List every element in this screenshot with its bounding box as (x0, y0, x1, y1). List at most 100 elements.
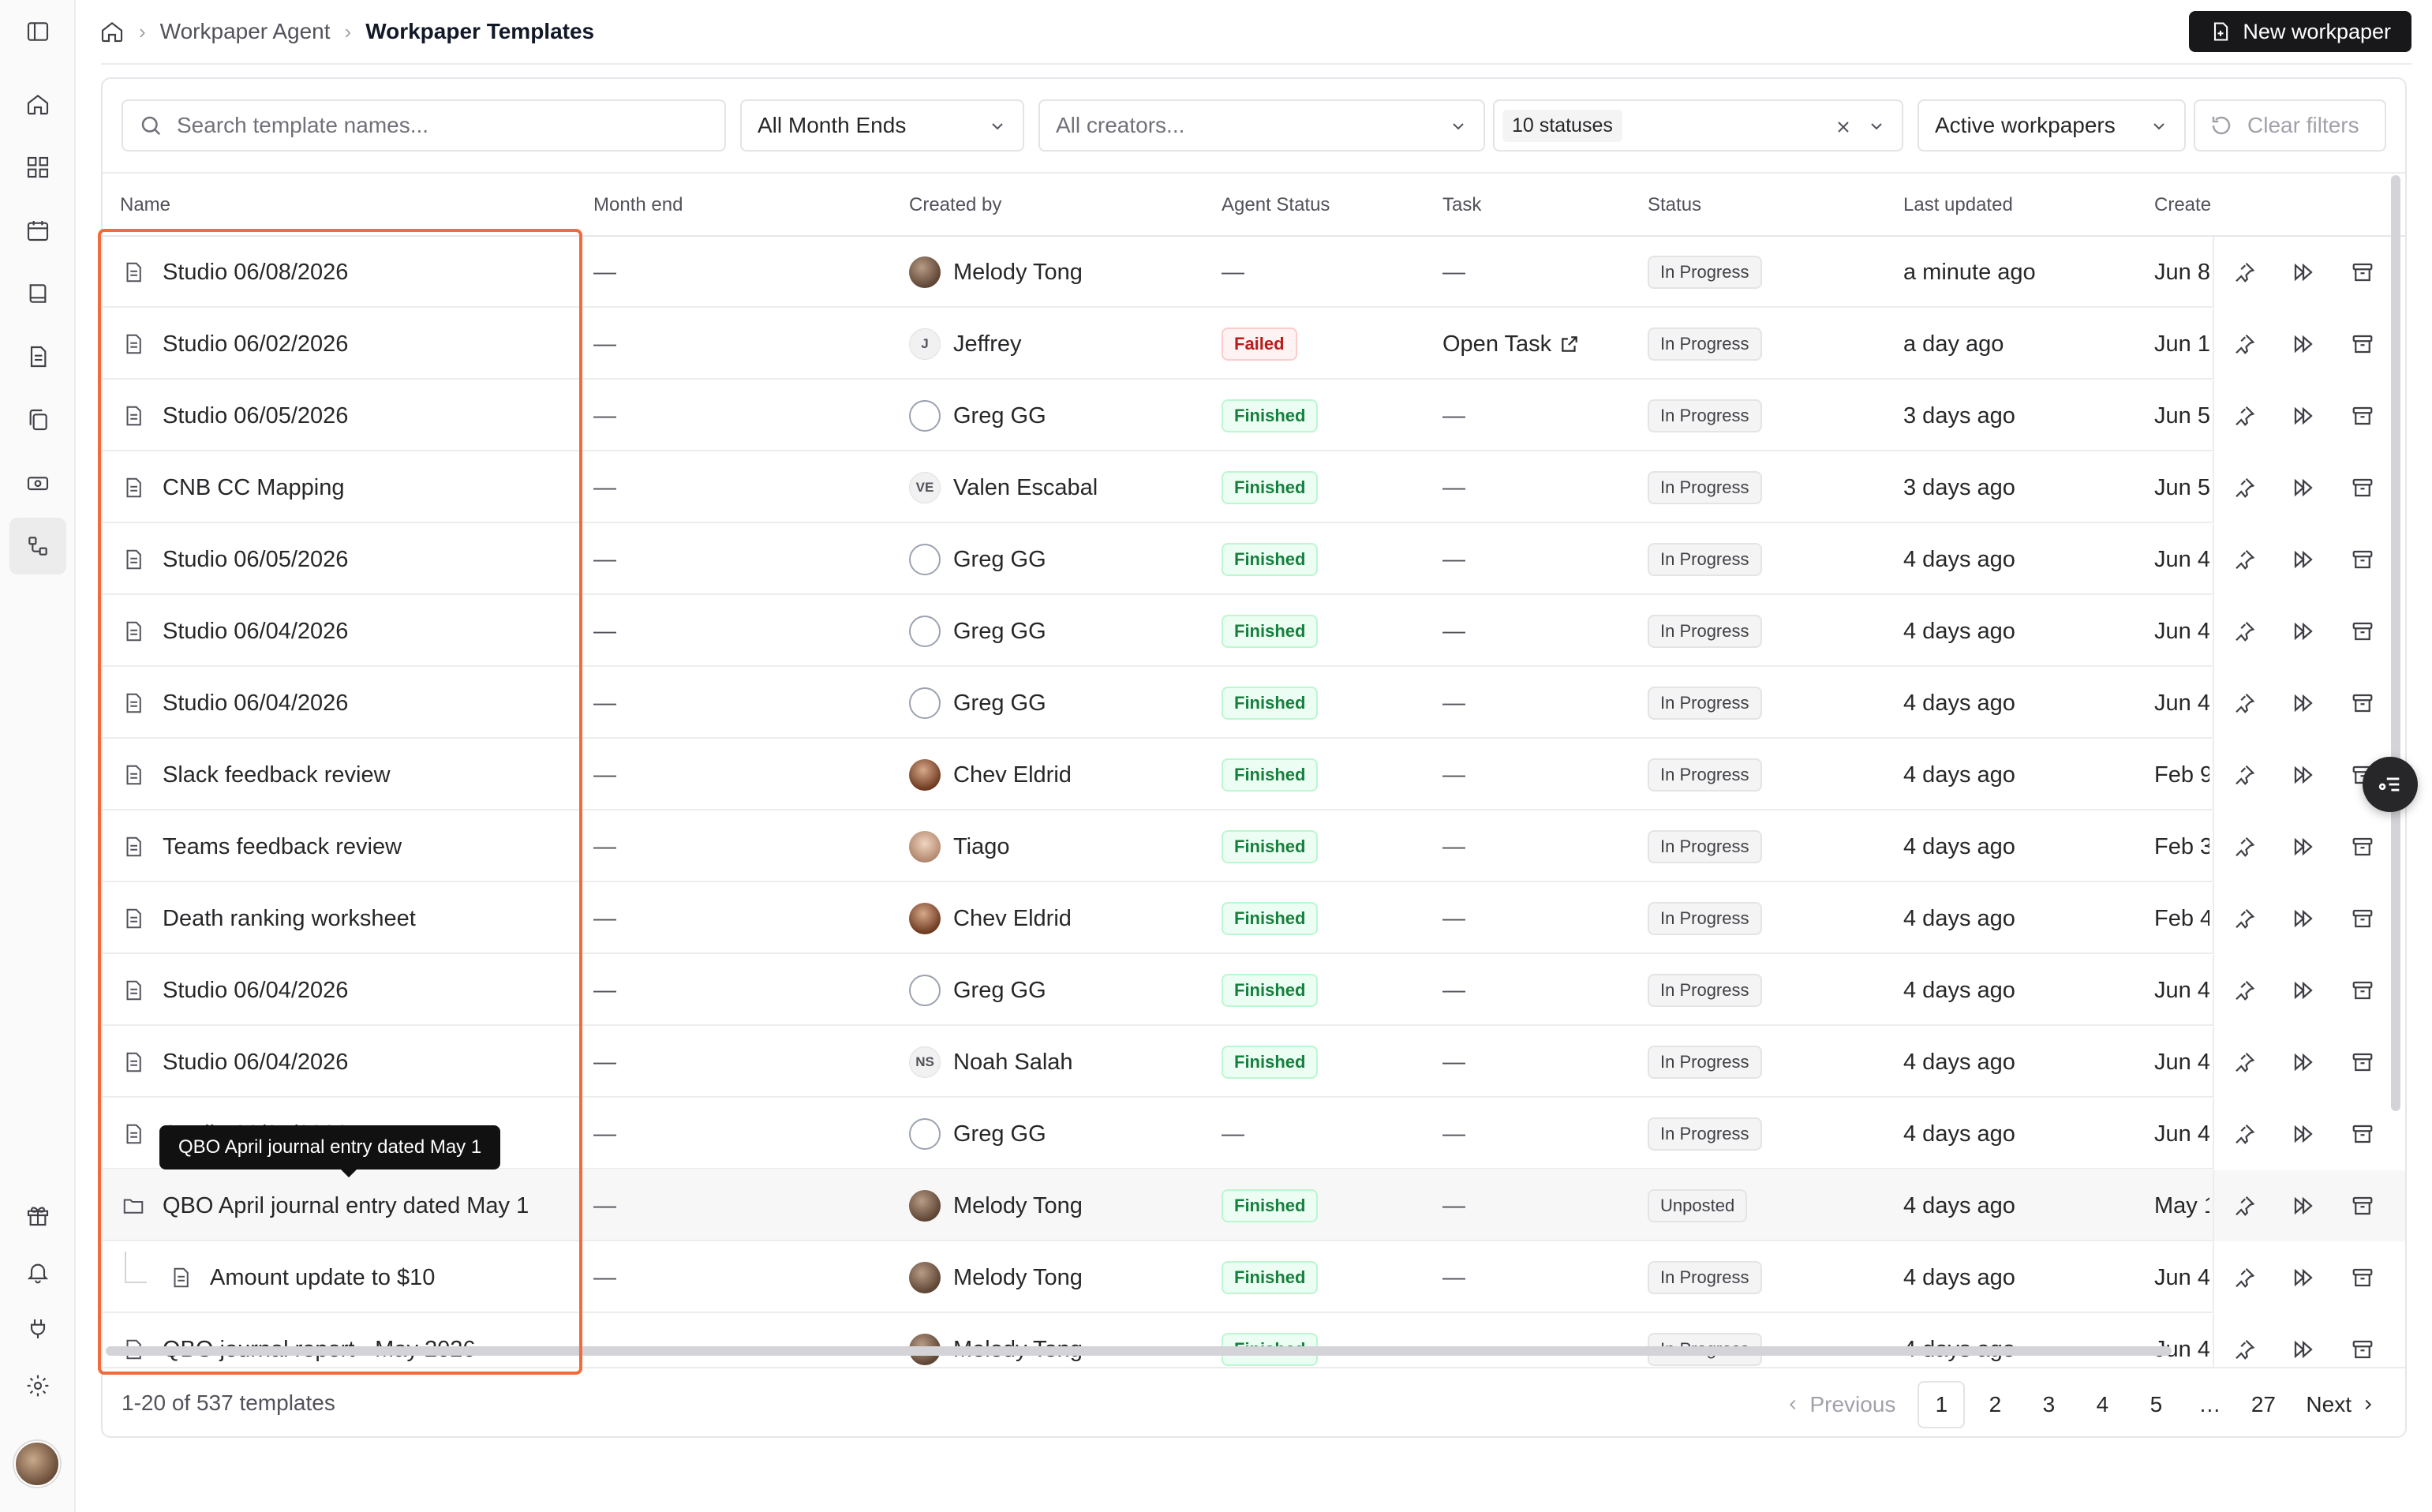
pin-icon[interactable] (2232, 979, 2256, 1002)
run-agent-icon[interactable] (2292, 1266, 2315, 1289)
run-agent-icon[interactable] (2292, 763, 2315, 787)
calendar-icon[interactable] (9, 202, 66, 259)
column-header-created[interactable]: Create (2154, 194, 2211, 216)
task-cell[interactable]: Open Task (1442, 309, 1580, 380)
horizontal-scrollbar[interactable] (106, 1346, 2172, 1356)
archive-icon[interactable] (2351, 907, 2374, 930)
workflow-icon[interactable] (9, 518, 66, 574)
column-header-status[interactable]: Status (1648, 194, 1701, 216)
next-page-button[interactable]: Next (2293, 1381, 2389, 1428)
run-agent-icon[interactable] (2292, 979, 2315, 1002)
breadcrumb-item[interactable]: Workpaper Agent (160, 19, 331, 44)
run-agent-icon[interactable] (2292, 260, 2315, 284)
page-button-27[interactable]: 27 (2239, 1381, 2287, 1428)
table-row[interactable]: QBO April journal entry dated May 1 — Melo… (103, 1170, 2405, 1241)
page-button-5[interactable]: 5 (2132, 1381, 2179, 1428)
home-icon[interactable] (9, 76, 66, 133)
run-agent-icon[interactable] (2292, 1122, 2315, 1146)
settings-icon[interactable] (9, 1357, 66, 1414)
name-cell[interactable]: Studio 06/02/2026 (122, 309, 348, 380)
book-icon[interactable] (9, 265, 66, 322)
archive-icon[interactable] (2351, 548, 2374, 571)
month-end-select[interactable]: All Month Ends (740, 99, 1024, 152)
archive-icon[interactable] (2351, 404, 2374, 428)
page-button-1[interactable]: 1 (1918, 1381, 1966, 1428)
archive-icon[interactable] (2351, 332, 2374, 356)
run-agent-icon[interactable] (2292, 691, 2315, 715)
table-row[interactable]: Studio 06/04/2026 — Greg GG Finished — In Pro… (103, 955, 2405, 1026)
search-input[interactable]: Search template names... (122, 99, 726, 152)
table-row[interactable]: Studio 06/08/2026 — Melody Tong — — In Progre… (103, 237, 2405, 308)
workpapers-select[interactable]: Active workpapers (1918, 99, 2186, 152)
name-cell[interactable]: Death ranking worksheet (122, 883, 416, 954)
run-agent-icon[interactable] (2292, 476, 2315, 500)
pin-icon[interactable] (2232, 548, 2256, 571)
table-row[interactable]: Slack feedback review — Chev Eldrid Finishe… (103, 739, 2405, 810)
pin-icon[interactable] (2232, 1122, 2256, 1146)
run-agent-icon[interactable] (2292, 548, 2315, 571)
run-agent-icon[interactable] (2292, 1338, 2315, 1361)
gift-icon[interactable] (9, 1187, 66, 1244)
archive-icon[interactable] (2351, 835, 2374, 859)
name-cell[interactable]: Studio 06/04/2026 (122, 596, 348, 667)
document-list-icon[interactable] (9, 328, 66, 385)
table-row[interactable]: Studio 06/04/2026 — Greg GG Finished — In Pro… (103, 668, 2405, 739)
table-row[interactable]: QBO journal report - May 2026 — Melody Ton… (103, 1314, 2405, 1367)
name-cell[interactable]: Slack feedback review (122, 739, 391, 810)
pin-icon[interactable] (2232, 404, 2256, 428)
home-icon[interactable] (99, 19, 125, 44)
pin-icon[interactable] (2232, 1266, 2256, 1289)
archive-icon[interactable] (2351, 1194, 2374, 1218)
archive-icon[interactable] (2351, 619, 2374, 643)
pin-icon[interactable] (2232, 619, 2256, 643)
status-select[interactable]: 10 statuses (1493, 99, 1903, 152)
run-agent-icon[interactable] (2292, 835, 2315, 859)
archive-icon[interactable] (2351, 1266, 2374, 1289)
creators-select[interactable]: All creators... (1038, 99, 1485, 152)
run-agent-icon[interactable] (2292, 1050, 2315, 1074)
name-cell[interactable]: CNB CC Mapping (122, 452, 344, 523)
run-agent-icon[interactable] (2292, 1194, 2315, 1218)
archive-icon[interactable] (2351, 476, 2374, 500)
run-agent-icon[interactable] (2292, 619, 2315, 643)
name-cell[interactable]: Studio 06/08/2026 (122, 237, 348, 308)
name-cell[interactable]: QBO journal report - May 2026 (122, 1314, 476, 1367)
name-cell[interactable]: Studio 06/05/2026 (122, 524, 348, 595)
pin-icon[interactable] (2232, 332, 2256, 356)
plug-icon[interactable] (9, 1301, 66, 1357)
table-row[interactable]: Studio 06/05/2026 — Greg GG Finished — In Pro… (103, 380, 2405, 451)
archive-icon[interactable] (2351, 1338, 2374, 1361)
new-workpaper-button[interactable]: New workpaper (2189, 11, 2411, 52)
money-icon[interactable] (9, 455, 66, 511)
table-row[interactable]: Studio 06/04/2026 — Greg GG Finished — In Pro… (103, 596, 2405, 667)
name-cell[interactable]: Studio 06/04/2026 (122, 1027, 348, 1098)
pin-icon[interactable] (2232, 1194, 2256, 1218)
pin-icon[interactable] (2232, 476, 2256, 500)
archive-icon[interactable] (2351, 260, 2374, 284)
page-button-4[interactable]: 4 (2078, 1381, 2126, 1428)
table-row[interactable]: CNB CC Mapping — VE Valen Escabal Finished — I… (103, 452, 2405, 523)
table-row[interactable]: Teams feedback review — Tiago Finished — In P… (103, 811, 2405, 882)
name-cell[interactable]: Studio 06/04/2026 (122, 955, 348, 1026)
run-agent-icon[interactable] (2292, 332, 2315, 356)
filter-list-fab[interactable] (2363, 757, 2418, 812)
vertical-scrollbar[interactable] (2391, 175, 2400, 1111)
pin-icon[interactable] (2232, 260, 2256, 284)
pin-icon[interactable] (2232, 1338, 2256, 1361)
column-header-last-updated[interactable]: Last updated (1903, 194, 2013, 216)
table-row[interactable]: Death ranking worksheet — Chev Eldrid Finis… (103, 883, 2405, 954)
archive-icon[interactable] (2351, 691, 2374, 715)
pin-icon[interactable] (2232, 1050, 2256, 1074)
name-cell[interactable]: Studio 06/04/2026 (122, 668, 348, 739)
table-row[interactable]: Studio 06/04/2026 — NS Noah Salah Finished — I… (103, 1027, 2405, 1098)
clear-status-icon[interactable] (1834, 118, 1853, 137)
clear-filters-button[interactable]: Clear filters (2194, 99, 2386, 152)
run-agent-icon[interactable] (2292, 404, 2315, 428)
column-header-task[interactable]: Task (1442, 194, 1481, 216)
name-cell[interactable]: Studio 06/05/2026 (122, 380, 348, 451)
column-header-created-by[interactable]: Created by (909, 194, 1001, 216)
name-cell[interactable]: QBO April journal entry dated May 1 (122, 1170, 529, 1241)
archive-icon[interactable] (2351, 1122, 2374, 1146)
pin-icon[interactable] (2232, 835, 2256, 859)
copy-icon[interactable] (9, 391, 66, 448)
